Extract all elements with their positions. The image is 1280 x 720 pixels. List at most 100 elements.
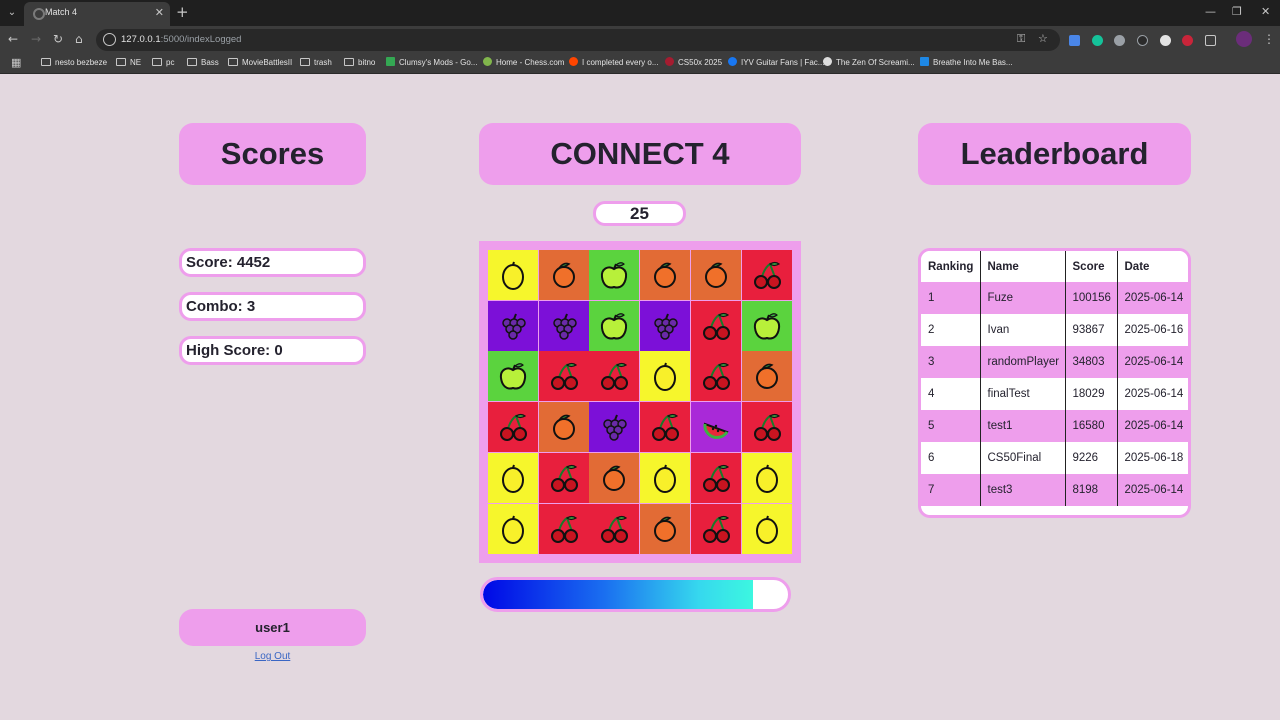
bookmark-folder[interactable]: nesto bezbeze (41, 57, 107, 69)
bookmark-link[interactable]: The Zen Of Screami... (823, 57, 915, 69)
high-score-display: High Score: 0 (179, 336, 366, 365)
board-cell-orange[interactable] (538, 402, 589, 453)
tab-search-chevron-icon[interactable]: ⌄ (4, 5, 20, 21)
board-cell-cherry[interactable] (690, 452, 741, 503)
orange-icon (755, 364, 778, 390)
bookmark-link[interactable]: Breathe Into Me Bas... (920, 57, 1013, 69)
table-row: 5 test1 16580 2025-06-14 (921, 410, 1188, 442)
board-cell-grape[interactable] (538, 300, 589, 351)
board-cell-apple[interactable] (741, 300, 792, 351)
bookmark-link[interactable]: I completed every o... (569, 57, 658, 69)
profile-avatar[interactable] (1236, 31, 1252, 47)
bookmark-link[interactable]: Clumsy's Mods - Go... (386, 57, 477, 69)
combo-display: Combo: 3 (179, 292, 366, 321)
bookmark-star-icon[interactable]: ☆ (1038, 32, 1048, 45)
board-cell-cherry[interactable] (690, 351, 741, 402)
reload-icon[interactable]: ↻ (53, 32, 63, 46)
address-bar[interactable]: 127.0.0.1:5000/indexLogged ⚿ ☆ (96, 29, 1060, 51)
grammarly-extension-icon[interactable] (1092, 35, 1103, 46)
translate-extension-icon[interactable] (1069, 35, 1080, 46)
bookmark-folder[interactable]: trash (300, 57, 332, 69)
board-cell-orange[interactable] (589, 452, 640, 503)
board-cell-grape[interactable] (640, 300, 691, 351)
extension-icon[interactable] (1182, 35, 1193, 46)
board-cell-lemon[interactable] (640, 351, 691, 402)
board-cell-apple[interactable] (589, 250, 640, 300)
board-cell-apple[interactable] (488, 351, 538, 402)
board-cell-cherry[interactable] (741, 250, 792, 300)
site-info-icon[interactable] (103, 33, 116, 46)
board-cell-cherry[interactable] (589, 503, 640, 554)
home-icon[interactable]: ⌂ (75, 32, 83, 46)
extension-icon[interactable] (1137, 35, 1148, 46)
board-cell-lemon[interactable] (488, 503, 538, 554)
board-cell-orange[interactable] (690, 250, 741, 300)
extensions-puzzle-icon[interactable] (1205, 35, 1216, 46)
lemon-icon (502, 261, 524, 290)
board-cell-grape[interactable] (589, 402, 640, 453)
grape-icon (552, 313, 577, 340)
board-cell-grape[interactable] (488, 300, 538, 351)
board-cell-cherry[interactable] (589, 351, 640, 402)
board-cell-cherry[interactable] (538, 351, 589, 402)
board-cell-orange[interactable] (741, 351, 792, 402)
board-cell-orange[interactable] (538, 250, 589, 300)
bookmark-folder[interactable]: MovieBattlesII (228, 57, 292, 69)
cherry-icon (753, 413, 781, 442)
board-cell-cherry[interactable] (690, 503, 741, 554)
site-icon (386, 57, 395, 66)
board-cell-lemon[interactable] (741, 452, 792, 503)
board-cell-lemon[interactable] (488, 250, 538, 300)
bookmark-folder[interactable]: Bass (187, 57, 219, 69)
board-cell-cherry[interactable] (690, 300, 741, 351)
restore-icon[interactable]: ❐ (1232, 4, 1242, 20)
lemon-icon (755, 515, 778, 544)
tab-close-icon[interactable]: ✕ (155, 6, 164, 20)
bookmark-link[interactable]: Home - Chess.com (483, 57, 564, 69)
board-cell-cherry[interactable] (538, 503, 589, 554)
password-key-icon[interactable]: ⚿ (1017, 32, 1025, 46)
extension-icon[interactable] (1160, 35, 1171, 46)
minimize-icon[interactable]: — (1205, 4, 1216, 20)
board-cell-lemon[interactable] (741, 503, 792, 554)
bookmark-folder[interactable]: NE (116, 57, 141, 69)
cell-name: CS50Final (980, 442, 1066, 474)
extension-icon[interactable] (1114, 35, 1125, 46)
board-cell-orange[interactable] (640, 250, 691, 300)
grape-icon (654, 313, 678, 340)
menu-kebab-icon[interactable]: ⋮ (1263, 32, 1275, 46)
board-cell-cherry[interactable] (538, 452, 589, 503)
table-header-row: Ranking Name Score Date (921, 251, 1188, 282)
url-text[interactable]: 127.0.0.1:5000/indexLogged (121, 34, 241, 45)
board-cell-orange[interactable] (640, 503, 691, 554)
orange-icon (603, 465, 626, 491)
cell-score: 100156 (1065, 282, 1118, 314)
new-tab-plus-icon[interactable]: + (176, 4, 189, 20)
board-cell-cherry[interactable] (488, 402, 538, 453)
cell-name: randomPlayer (980, 346, 1066, 378)
board-cell-lemon[interactable] (488, 452, 538, 503)
board-cell-watermelon[interactable] (690, 402, 741, 453)
leaderboard-title: Leaderboard (918, 123, 1191, 185)
board-cell-cherry[interactable] (741, 402, 792, 453)
browser-tab-active[interactable]: Match 4 ✕ (24, 2, 170, 26)
bookmark-link[interactable]: CS50x 2025 (665, 57, 722, 69)
back-arrow-icon[interactable]: ← (8, 32, 18, 46)
apps-grid-icon[interactable]: ▦ (11, 57, 21, 69)
board-cell-apple[interactable] (589, 300, 640, 351)
board-cell-cherry[interactable] (640, 402, 691, 453)
forward-arrow-icon[interactable]: → (31, 32, 41, 46)
board-cell-lemon[interactable] (640, 452, 691, 503)
username-badge: user1 (179, 609, 366, 646)
column-header-name: Name (980, 251, 1066, 282)
progress-fill (483, 580, 753, 609)
bookmark-folder[interactable]: bitno (344, 57, 375, 69)
bookmark-folder[interactable]: pc (152, 57, 174, 69)
window-close-icon[interactable]: ✕ (1261, 4, 1270, 20)
countdown-timer: 25 (593, 201, 686, 226)
logout-link[interactable]: Log Out (179, 651, 366, 662)
table-row: 4 finalTest 18029 2025-06-14 (921, 378, 1188, 410)
game-title: CONNECT 4 (479, 123, 801, 185)
cherry-icon (652, 413, 680, 442)
bookmark-link[interactable]: IYV Guitar Fans | Fac... (728, 57, 824, 69)
